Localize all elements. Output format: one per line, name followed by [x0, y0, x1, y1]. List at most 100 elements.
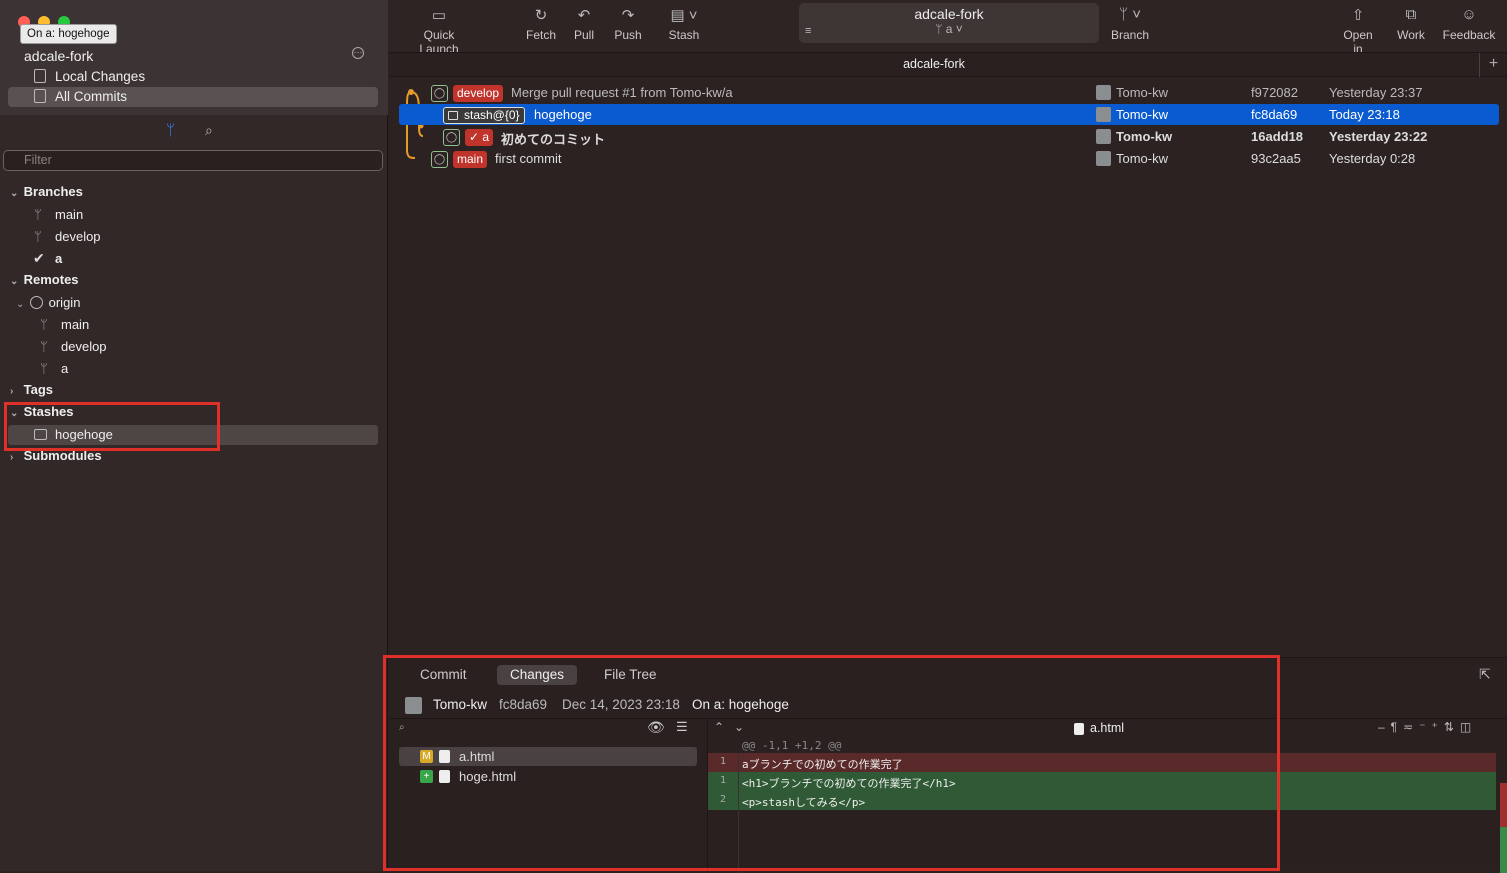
commit-row[interactable]: ◯ develop Merge pull request #1 from Tom… [399, 82, 1499, 103]
avatar [1096, 151, 1111, 166]
highlight-box [383, 655, 1280, 871]
commit-author: Tomo-kw [1116, 85, 1169, 100]
share-icon: ⇧ [1351, 7, 1365, 24]
remote-branch-main[interactable]: main [61, 317, 89, 337]
feedback-button[interactable]: ☺ Feedback [1442, 6, 1496, 42]
repo-name[interactable]: adcale-fork [24, 48, 93, 64]
commit-message: first commit [495, 151, 562, 166]
diff-scroll-marker[interactable] [1500, 783, 1507, 827]
work-icon: ⧉ [1405, 6, 1417, 23]
remote-origin[interactable]: ⌄ origin [16, 295, 80, 315]
commit-hash: fc8da69 [1251, 107, 1298, 122]
chevron-down-icon: ⌄ [16, 299, 25, 310]
list-icon [34, 89, 46, 103]
button-label: Work [1397, 28, 1425, 42]
pull-icon: ↶ [577, 7, 591, 24]
add-tab-button[interactable]: + [1479, 53, 1507, 77]
branch-item-develop[interactable]: develop [55, 229, 101, 249]
section-tags[interactable]: › Tags [10, 382, 53, 402]
search-icon[interactable]: ⌕ [205, 122, 213, 139]
ref-label: a [482, 130, 490, 144]
pull-button[interactable]: ↶ Pull [569, 6, 599, 42]
commit-message: Merge pull request #1 from Tomo-kw/a [511, 85, 733, 100]
github-icon: ◯ [431, 151, 448, 168]
fetch-button[interactable]: ↻ Fetch [523, 6, 559, 42]
filter-input[interactable]: Filter [3, 150, 383, 171]
stash-icon: ▤ ˅ [670, 7, 698, 24]
checkmark-icon: ✔ [33, 250, 45, 266]
github-icon: ◯ [431, 85, 448, 102]
branch-button[interactable]: ᛘ ˅ Branch [1109, 6, 1151, 42]
commit-date: Yesterday 0:28 [1329, 151, 1416, 166]
commit-date: Yesterday 23:22 [1329, 129, 1428, 144]
stash-ref-label: stash@{0} [464, 108, 520, 122]
sidebar-tabs: ᛘ ⌕ [0, 118, 388, 146]
tab-repo[interactable]: adcale-fork [389, 57, 1479, 71]
github-icon [29, 296, 43, 309]
chevron-down-icon: ˅ [955, 22, 963, 36]
chevron-down-icon: ⌄ [10, 276, 19, 287]
branch-item-main[interactable]: main [55, 207, 83, 227]
repo-selector[interactable]: adcale-fork ᛘ a ˅ ≡ [799, 3, 1099, 43]
commit-hash: 93c2aa5 [1251, 151, 1301, 166]
chevron-right-icon: › [10, 386, 14, 397]
commit-date: Today 23:18 [1329, 107, 1400, 122]
toolbar: ▭ Quick Launch ↻ Fetch ↶ Pull ↷ Push ▤ ˅ Stas… [389, 0, 1507, 56]
nav-local-changes[interactable]: Local Changes [8, 67, 378, 87]
folder-icon: ▭ [431, 7, 447, 24]
section-remotes[interactable]: ⌄ Remotes [10, 272, 79, 292]
branch-icon: ᛘ [34, 207, 42, 222]
commit-row[interactable]: ◯ main first commit Tomo-kw 93c2aa5 Yest… [399, 148, 1499, 169]
repo-title: adcale-fork [914, 6, 984, 22]
commit-detail-panel: Commit Changes File Tree ⇱ Tomo-kw fc8da… [383, 655, 1507, 873]
push-button[interactable]: ↷ Push [611, 6, 645, 42]
quick-launch-button[interactable]: ▭ Quick Launch [403, 6, 475, 56]
menu-icon[interactable]: ≡ [805, 25, 811, 37]
more-icon[interactable]: ⋯ [352, 47, 364, 59]
smiley-icon: ☺ [1461, 6, 1477, 23]
avatar [1096, 129, 1111, 144]
current-branch: a [945, 22, 953, 36]
nav-label: All Commits [55, 89, 128, 104]
button-label: Stash [668, 28, 700, 42]
avatar [1096, 107, 1111, 122]
chevron-down-icon: ⌄ [10, 188, 19, 199]
section-branches[interactable]: ⌄ Branches [10, 184, 83, 204]
ref-tag-main: main [453, 151, 488, 168]
section-label: Tags [23, 382, 54, 397]
button-label: Push [614, 28, 642, 42]
commit-row[interactable]: ◯ ✓ a 初めてのコミット Tomo-kw 16add18 Yesterday… [399, 126, 1499, 147]
branch-icon: ᛘ [935, 22, 943, 36]
commit-row-selected[interactable]: stash@{0} hogehoge Tomo-kw fc8da69 Today… [399, 104, 1499, 125]
ref-tag-a: ✓ a [465, 129, 494, 146]
remote-branch-develop[interactable]: develop [61, 339, 107, 359]
stash-button[interactable]: ▤ ˅ Stash [664, 6, 704, 42]
open-in-button[interactable]: ⇧ Open in [1337, 6, 1379, 56]
commit-hash: 16add18 [1251, 129, 1304, 144]
highlight-box [4, 402, 220, 451]
sidebar: On a: hogehoge adcale-fork ⋯ Local Chang… [0, 0, 388, 871]
ref-tag-develop: develop [453, 85, 504, 102]
avatar [1096, 85, 1111, 100]
document-icon [34, 69, 46, 83]
remote-branch-a[interactable]: a [61, 361, 68, 381]
section-submodules[interactable]: › Submodules [10, 448, 102, 468]
commit-date: Yesterday 23:37 [1329, 85, 1423, 100]
chevron-right-icon: › [10, 452, 14, 463]
branch-tab-icon[interactable]: ᛘ [166, 122, 175, 139]
branch-icon: ᛘ [40, 317, 48, 332]
button-label: Branch [1110, 28, 1150, 42]
commit-author: Tomo-kw [1116, 107, 1169, 122]
diff-options-icons[interactable]: –¶≂⁻⁺⇅◫ [1378, 720, 1477, 734]
branch-icon: ᛘ [40, 339, 48, 354]
button-label: Feedback [1442, 28, 1496, 42]
work-button[interactable]: ⧉ Work [1397, 6, 1425, 42]
fetch-icon: ↻ [534, 7, 548, 24]
diff-scroll-marker[interactable] [1500, 827, 1507, 873]
nav-all-commits[interactable]: All Commits [8, 87, 378, 107]
external-open-icon[interactable]: ⇱ [1479, 666, 1491, 683]
push-icon: ↷ [621, 7, 635, 24]
github-icon: ◯ [443, 129, 460, 146]
branch-icon: ᛘ ˅ [1119, 6, 1141, 23]
branch-item-a[interactable]: a [55, 251, 62, 271]
